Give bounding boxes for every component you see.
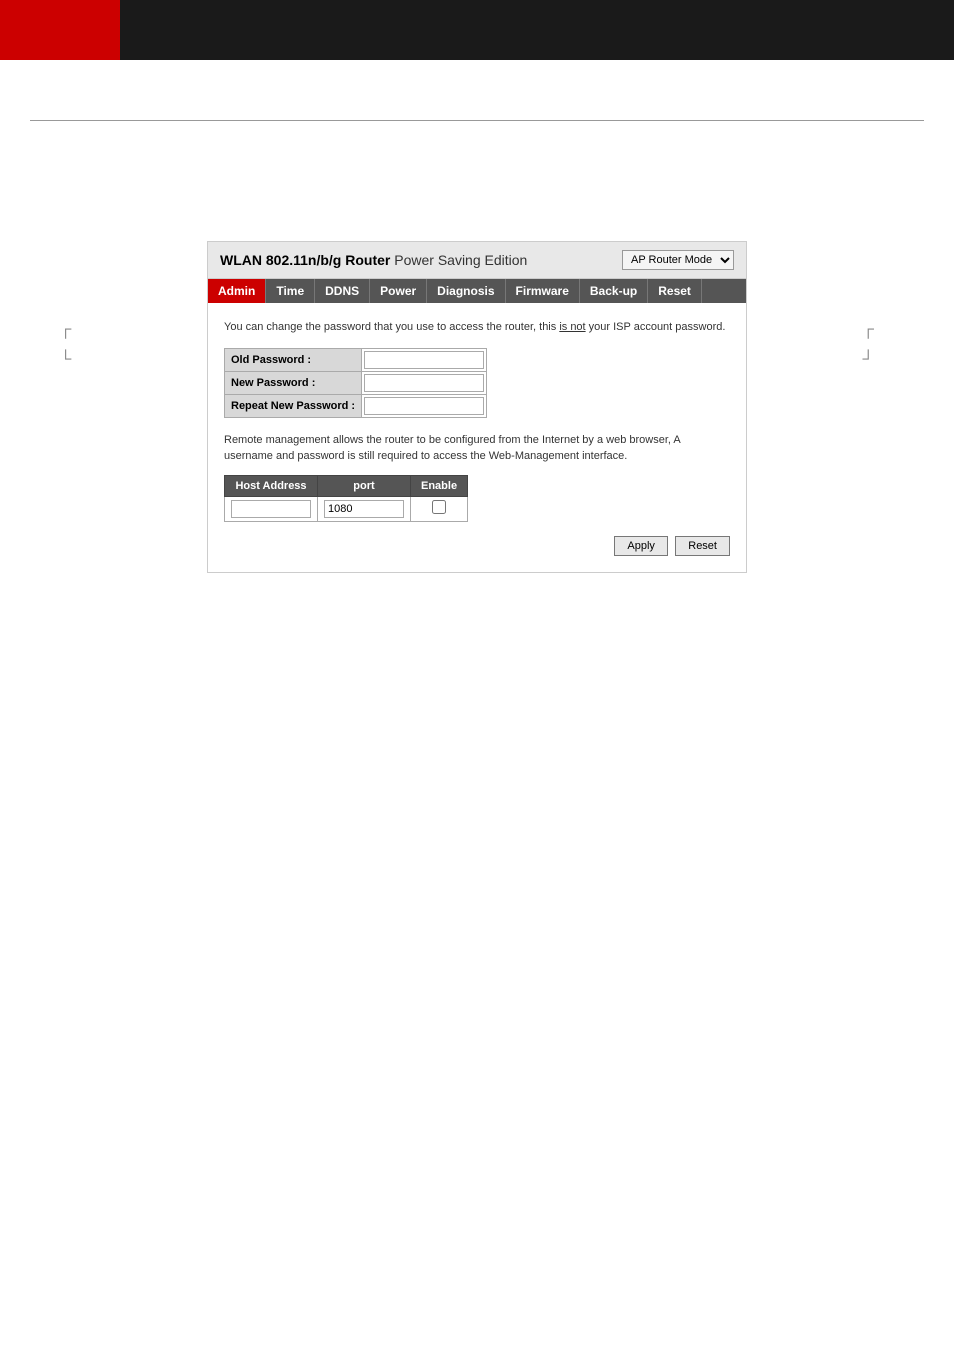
port-input[interactable] bbox=[324, 500, 404, 518]
repeat-password-input[interactable] bbox=[364, 397, 484, 415]
host-address-cell bbox=[225, 496, 318, 521]
top-bar-accent bbox=[0, 0, 120, 60]
table-row: New Password : bbox=[225, 371, 487, 394]
remote-table-row bbox=[225, 496, 468, 521]
port-header: port bbox=[318, 475, 411, 496]
new-password-label: New Password : bbox=[225, 371, 362, 394]
button-row: Apply Reset bbox=[224, 536, 730, 556]
nav-item-diagnosis[interactable]: Diagnosis bbox=[427, 279, 505, 303]
bracket-bl: └ bbox=[60, 351, 71, 369]
nav-item-reset[interactable]: Reset bbox=[648, 279, 702, 303]
remote-table-header-row: Host Address port Enable bbox=[225, 475, 468, 496]
remote-info: Remote management allows the router to b… bbox=[224, 432, 730, 465]
router-panel: WLAN 802.11n/b/g Router Power Saving Edi… bbox=[207, 241, 747, 573]
nav-item-backup[interactable]: Back-up bbox=[580, 279, 648, 303]
top-bar bbox=[0, 0, 954, 60]
bracket-tr: ┌ bbox=[863, 321, 874, 339]
table-row: Old Password : bbox=[225, 348, 487, 371]
host-address-input[interactable] bbox=[231, 500, 311, 518]
info-text-before: You can change the password that you use… bbox=[224, 321, 559, 333]
nav-item-ddns[interactable]: DDNS bbox=[315, 279, 370, 303]
main-content: ┌ └ ┌ ┘ WLAN 802.11n/b/g Router Power Sa… bbox=[0, 121, 954, 593]
repeat-password-label: Repeat New Password : bbox=[225, 394, 362, 417]
enable-cell bbox=[411, 496, 468, 521]
panel-title: WLAN 802.11n/b/g Router Power Saving Edi… bbox=[220, 252, 527, 268]
port-cell bbox=[318, 496, 411, 521]
info-underline: is not bbox=[559, 321, 585, 333]
bracket-tl: ┌ bbox=[60, 321, 71, 339]
repeat-password-cell bbox=[362, 394, 487, 417]
table-row: Repeat New Password : bbox=[225, 394, 487, 417]
old-password-input[interactable] bbox=[364, 351, 484, 369]
panel-title-bold: WLAN 802.11n/b/g Router bbox=[220, 252, 390, 268]
password-table: Old Password : New Password : Repeat New… bbox=[224, 348, 487, 418]
password-info: You can change the password that you use… bbox=[224, 319, 730, 336]
old-password-cell bbox=[362, 348, 487, 371]
panel-header: WLAN 802.11n/b/g Router Power Saving Edi… bbox=[208, 242, 746, 279]
nav-item-time[interactable]: Time bbox=[266, 279, 315, 303]
panel-body: You can change the password that you use… bbox=[208, 303, 746, 572]
reset-button[interactable]: Reset bbox=[675, 536, 730, 556]
apply-button[interactable]: Apply bbox=[614, 536, 668, 556]
nav-bar: Admin Time DDNS Power Diagnosis Firmware… bbox=[208, 279, 746, 303]
old-password-label: Old Password : bbox=[225, 348, 362, 371]
nav-item-power[interactable]: Power bbox=[370, 279, 427, 303]
host-address-header: Host Address bbox=[225, 475, 318, 496]
new-password-cell bbox=[362, 371, 487, 394]
remote-table: Host Address port Enable bbox=[224, 475, 468, 522]
nav-item-admin[interactable]: Admin bbox=[208, 279, 266, 303]
info-text-after: your ISP account password. bbox=[586, 321, 726, 333]
nav-item-firmware[interactable]: Firmware bbox=[506, 279, 580, 303]
enable-header: Enable bbox=[411, 475, 468, 496]
new-password-input[interactable] bbox=[364, 374, 484, 392]
panel-title-regular: Power Saving Edition bbox=[394, 252, 527, 268]
mode-select[interactable]: AP Router Mode AP Mode bbox=[622, 250, 734, 270]
enable-checkbox[interactable] bbox=[432, 500, 446, 514]
bracket-br: ┘ bbox=[863, 351, 874, 369]
